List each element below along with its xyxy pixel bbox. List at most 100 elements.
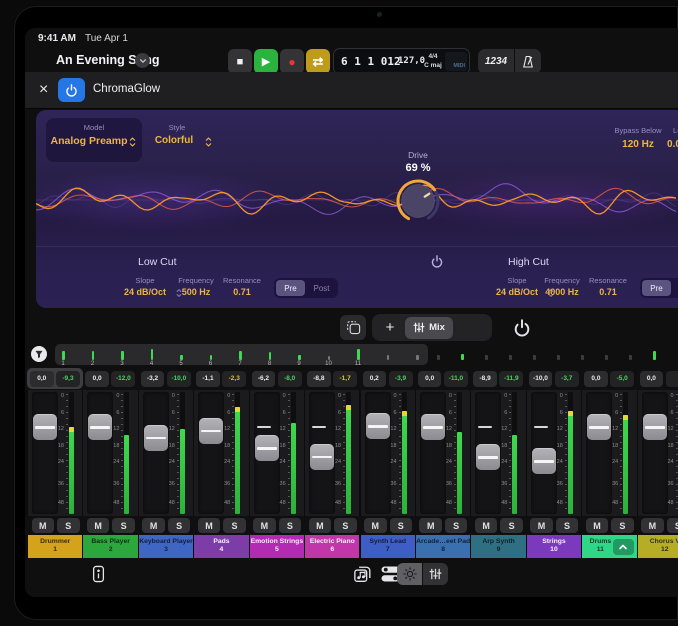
solo-button[interactable]: S xyxy=(500,518,523,533)
post-option[interactable]: Post xyxy=(307,280,336,296)
track-name-12[interactable]: Chorus V12 xyxy=(638,535,678,558)
solo-button[interactable]: S xyxy=(279,518,302,533)
peak-db-value[interactable]: -12,0 xyxy=(111,371,135,387)
volume-db-value[interactable]: -8,8 xyxy=(307,371,331,387)
track-name-8[interactable]: Arcade…eet Pad8 xyxy=(416,535,470,558)
peak-db-value[interactable]: -5,0 xyxy=(610,371,634,387)
mute-button[interactable]: M xyxy=(586,518,609,533)
volume-db-value[interactable]: -1,1 xyxy=(196,371,220,387)
stop-button[interactable]: ■ xyxy=(228,49,252,74)
low-cut-resonance-value[interactable]: 0.71 xyxy=(216,287,268,297)
mixer-view-button[interactable] xyxy=(423,563,448,585)
mute-button[interactable]: M xyxy=(364,518,387,533)
peak-db-value[interactable]: -3,7 xyxy=(555,371,579,387)
fader-handle[interactable] xyxy=(421,414,445,440)
peak-db-value[interactable]: -9,3 xyxy=(56,371,80,387)
volume-db-value[interactable]: 0,0 xyxy=(30,371,54,387)
solo-button[interactable]: S xyxy=(334,518,357,533)
drive-knob[interactable] xyxy=(393,176,443,226)
mute-button[interactable]: M xyxy=(309,518,332,533)
low-cut-slope-value[interactable]: 24 dB/Oct xyxy=(115,287,175,297)
mute-button[interactable]: M xyxy=(253,518,276,533)
close-plugin-button[interactable]: × xyxy=(39,80,48,100)
peak-db-value[interactable] xyxy=(666,371,678,387)
solo-button[interactable]: S xyxy=(168,518,191,533)
fader-handle[interactable] xyxy=(476,444,500,470)
fader-handle[interactable] xyxy=(33,414,57,440)
solo-button[interactable]: S xyxy=(57,518,80,533)
pre-option[interactable]: Pre xyxy=(642,280,671,296)
volume-db-value[interactable]: -8,9 xyxy=(473,371,497,387)
plugin-power-button[interactable] xyxy=(58,78,85,102)
song-menu-button[interactable] xyxy=(135,53,150,68)
peak-db-value[interactable]: -8,0 xyxy=(278,371,302,387)
track-name-6[interactable]: Electric Piano6 xyxy=(305,535,359,558)
track-name-5[interactable]: Emotion Strings5 xyxy=(250,535,304,558)
mute-button[interactable]: M xyxy=(32,518,55,533)
solo-button[interactable]: S xyxy=(556,518,579,533)
add-plugin-button[interactable]: + xyxy=(378,316,402,339)
fader-handle[interactable] xyxy=(532,448,556,474)
track-name-11[interactable]: Drums11 xyxy=(582,535,636,558)
collapse-chevron-button[interactable] xyxy=(613,539,634,555)
high-cut-pre-post[interactable]: Pre Post xyxy=(640,278,678,298)
volume-db-value[interactable]: 0,0 xyxy=(640,371,664,387)
track-name-2[interactable]: Bass Player2 xyxy=(83,535,137,558)
strip-power-button[interactable] xyxy=(462,319,582,337)
cycle-button[interactable]: ⇄ xyxy=(306,49,330,74)
model-selector[interactable]: Model Analog Preamp xyxy=(46,118,142,162)
mute-button[interactable]: M xyxy=(419,518,442,533)
fader-handle[interactable] xyxy=(587,414,611,440)
track-name-7[interactable]: Synth Lead7 xyxy=(361,535,415,558)
solo-button[interactable]: S xyxy=(223,518,246,533)
fader-handle[interactable] xyxy=(255,435,279,461)
post-option[interactable]: Post xyxy=(673,280,678,296)
peak-db-value[interactable]: -3,9 xyxy=(389,371,413,387)
peak-db-value[interactable]: -11,9 xyxy=(499,371,523,387)
count-in-button[interactable]: 1234 xyxy=(478,49,514,74)
high-cut-resonance-value[interactable]: 0.71 xyxy=(582,287,634,297)
fader-handle[interactable] xyxy=(643,414,667,440)
volume-db-value[interactable]: -10,0 xyxy=(529,371,553,387)
mute-button[interactable]: M xyxy=(530,518,553,533)
mute-button[interactable]: M xyxy=(87,518,110,533)
style-selector[interactable]: Style Colorful xyxy=(144,118,216,162)
mute-button[interactable]: M xyxy=(641,518,664,533)
record-button[interactable]: ● xyxy=(280,49,304,74)
pre-option[interactable]: Pre xyxy=(276,280,305,296)
level-value[interactable]: 0.0 xyxy=(652,139,678,150)
solo-button[interactable]: S xyxy=(445,518,468,533)
volume-db-value[interactable]: 0,0 xyxy=(418,371,442,387)
play-button[interactable]: ▶ xyxy=(254,49,278,74)
track-name-9[interactable]: Arp Synth9 xyxy=(471,535,525,558)
mix-view-button[interactable]: Mix xyxy=(405,317,453,339)
track-name-10[interactable]: Strings10 xyxy=(527,535,581,558)
solo-button[interactable]: S xyxy=(667,518,678,533)
track-name-3[interactable]: Keyboard Player3 xyxy=(139,535,193,558)
volume-db-value[interactable]: -3,2 xyxy=(141,371,165,387)
solo-button[interactable]: S xyxy=(611,518,634,533)
solo-button[interactable]: S xyxy=(112,518,135,533)
volume-db-value[interactable]: -6,2 xyxy=(252,371,276,387)
low-cut-pre-post[interactable]: Pre Post xyxy=(274,278,338,298)
peak-db-value[interactable]: -1,7 xyxy=(333,371,357,387)
fader-handle[interactable] xyxy=(144,425,168,451)
fader-handle[interactable] xyxy=(366,413,390,439)
mute-button[interactable]: M xyxy=(198,518,221,533)
fader-handle[interactable] xyxy=(88,414,112,440)
fader-handle[interactable] xyxy=(310,444,334,470)
duplicate-strip-button[interactable] xyxy=(340,315,366,340)
fader-handle[interactable] xyxy=(199,418,223,444)
keyboard-icon[interactable] xyxy=(92,565,105,583)
volume-db-value[interactable]: 0,2 xyxy=(363,371,387,387)
controls-view-button[interactable] xyxy=(397,563,422,585)
track-name-4[interactable]: Pads4 xyxy=(194,535,248,558)
lcd-display[interactable]: 6 1 1 012 127,0 4/4C maj MIDI xyxy=(333,48,470,75)
track-overview[interactable]: 1234567891011 xyxy=(25,344,678,368)
peak-db-value[interactable]: -11,0 xyxy=(444,371,468,387)
solo-button[interactable]: S xyxy=(390,518,413,533)
peak-db-value[interactable]: -2,3 xyxy=(222,371,246,387)
peak-db-value[interactable]: -10,0 xyxy=(167,371,191,387)
volume-db-value[interactable]: 0,0 xyxy=(584,371,608,387)
mute-button[interactable]: M xyxy=(475,518,498,533)
